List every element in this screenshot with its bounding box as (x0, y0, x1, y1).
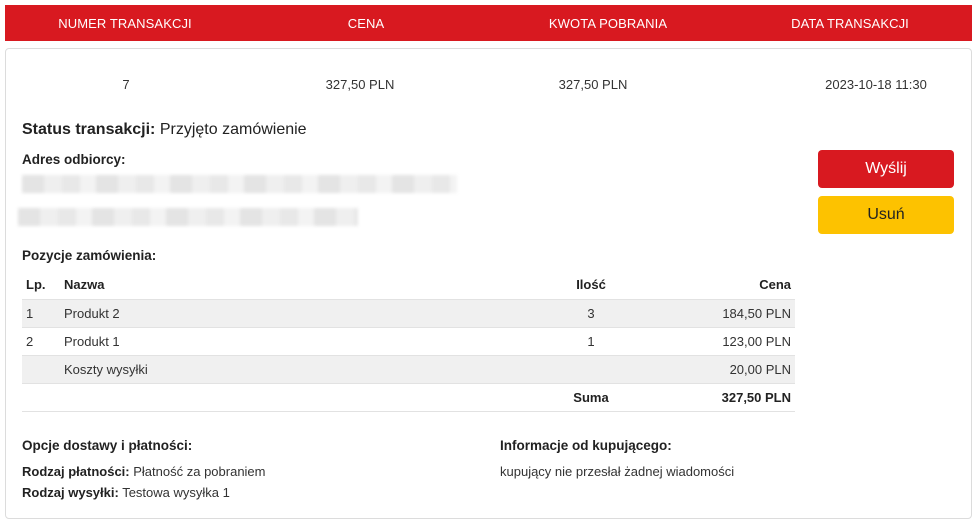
row-name: Produkt 2 (60, 298, 547, 327)
payment-type-label: Rodzaj płatności: (22, 464, 130, 479)
table-row: Koszty wysyłki 20,00 PLN (22, 354, 795, 383)
column-qty: Ilość (576, 277, 606, 293)
delete-button[interactable]: Usuń (818, 196, 954, 234)
row-qty: 1 (547, 326, 635, 355)
row-price: 123,00 PLN (635, 326, 795, 355)
total-label: Suma (547, 382, 635, 412)
payment-type-value: Płatność za pobraniem (133, 464, 266, 479)
transaction-date: 2023-10-18 11:30 (825, 77, 927, 92)
transaction-cod-amount: 327,50 PLN (558, 77, 628, 92)
order-items-header-row: Lp. Nazwa Ilość Cena (22, 271, 795, 299)
transaction-number: 7 (122, 77, 130, 92)
row-name: Produkt 1 (60, 326, 547, 355)
row-lp (22, 354, 60, 383)
total-value: 327,50 PLN (635, 382, 795, 412)
row-lp: 1 (22, 298, 60, 327)
transaction-card: 7 327,50 PLN 327,50 PLN 2023-10-18 11:30… (5, 48, 972, 519)
address-line-redacted (18, 208, 358, 226)
order-total-row: Suma 327,50 PLN (22, 382, 795, 412)
transaction-status: Status transakcji: Przyjęto zamówienie (22, 121, 307, 139)
table-row: 1 Produkt 2 3 184,50 PLN (22, 298, 795, 327)
header-transaction-number: NUMER TRANSAKCJI (58, 16, 192, 31)
buyer-info-title: Informacje od kupującego: (500, 438, 672, 453)
row-lp: 2 (22, 326, 60, 355)
delivery-options-title: Opcje dostawy i płatności: (22, 438, 193, 453)
shipping-type-value: Testowa wysyłka 1 (122, 485, 230, 500)
column-price: Cena (759, 277, 791, 293)
row-price: 184,50 PLN (635, 298, 795, 327)
row-qty (547, 354, 635, 383)
address-line-redacted (22, 175, 457, 193)
status-value: Przyjęto zamówienie (159, 121, 307, 138)
order-items-title: Pozycje zamówienia: (22, 248, 157, 263)
column-lp: Lp. (26, 277, 46, 293)
status-label: Status transakcji: (22, 121, 156, 138)
column-name: Nazwa (64, 277, 105, 293)
payment-type: Rodzaj płatności: Płatność za pobraniem (22, 464, 266, 479)
header-price: CENA (347, 16, 385, 31)
shipping-type-label: Rodzaj wysyłki: (22, 485, 119, 500)
transaction-price: 327,50 PLN (325, 77, 395, 92)
transactions-header: NUMER TRANSAKCJI CENA KWOTA POBRANIA DAT… (5, 5, 972, 41)
order-items-table: Lp. Nazwa Ilość Cena 1 Produkt 2 3 184,5… (22, 271, 795, 412)
row-name: Koszty wysyłki (60, 354, 547, 383)
address-title: Adres odbiorcy: (22, 152, 126, 167)
header-transaction-date: DATA TRANSAKCJI (791, 16, 909, 31)
send-button[interactable]: Wyślij (818, 150, 954, 188)
row-qty: 3 (547, 298, 635, 327)
buyer-message: kupujący nie przesłał żadnej wiadomości (500, 464, 735, 479)
row-price: 20,00 PLN (635, 354, 795, 383)
table-row: 2 Produkt 1 1 123,00 PLN (22, 326, 795, 355)
shipping-type: Rodzaj wysyłki: Testowa wysyłka 1 (22, 485, 230, 500)
header-cod-amount: KWOTA POBRANIA (548, 16, 668, 31)
